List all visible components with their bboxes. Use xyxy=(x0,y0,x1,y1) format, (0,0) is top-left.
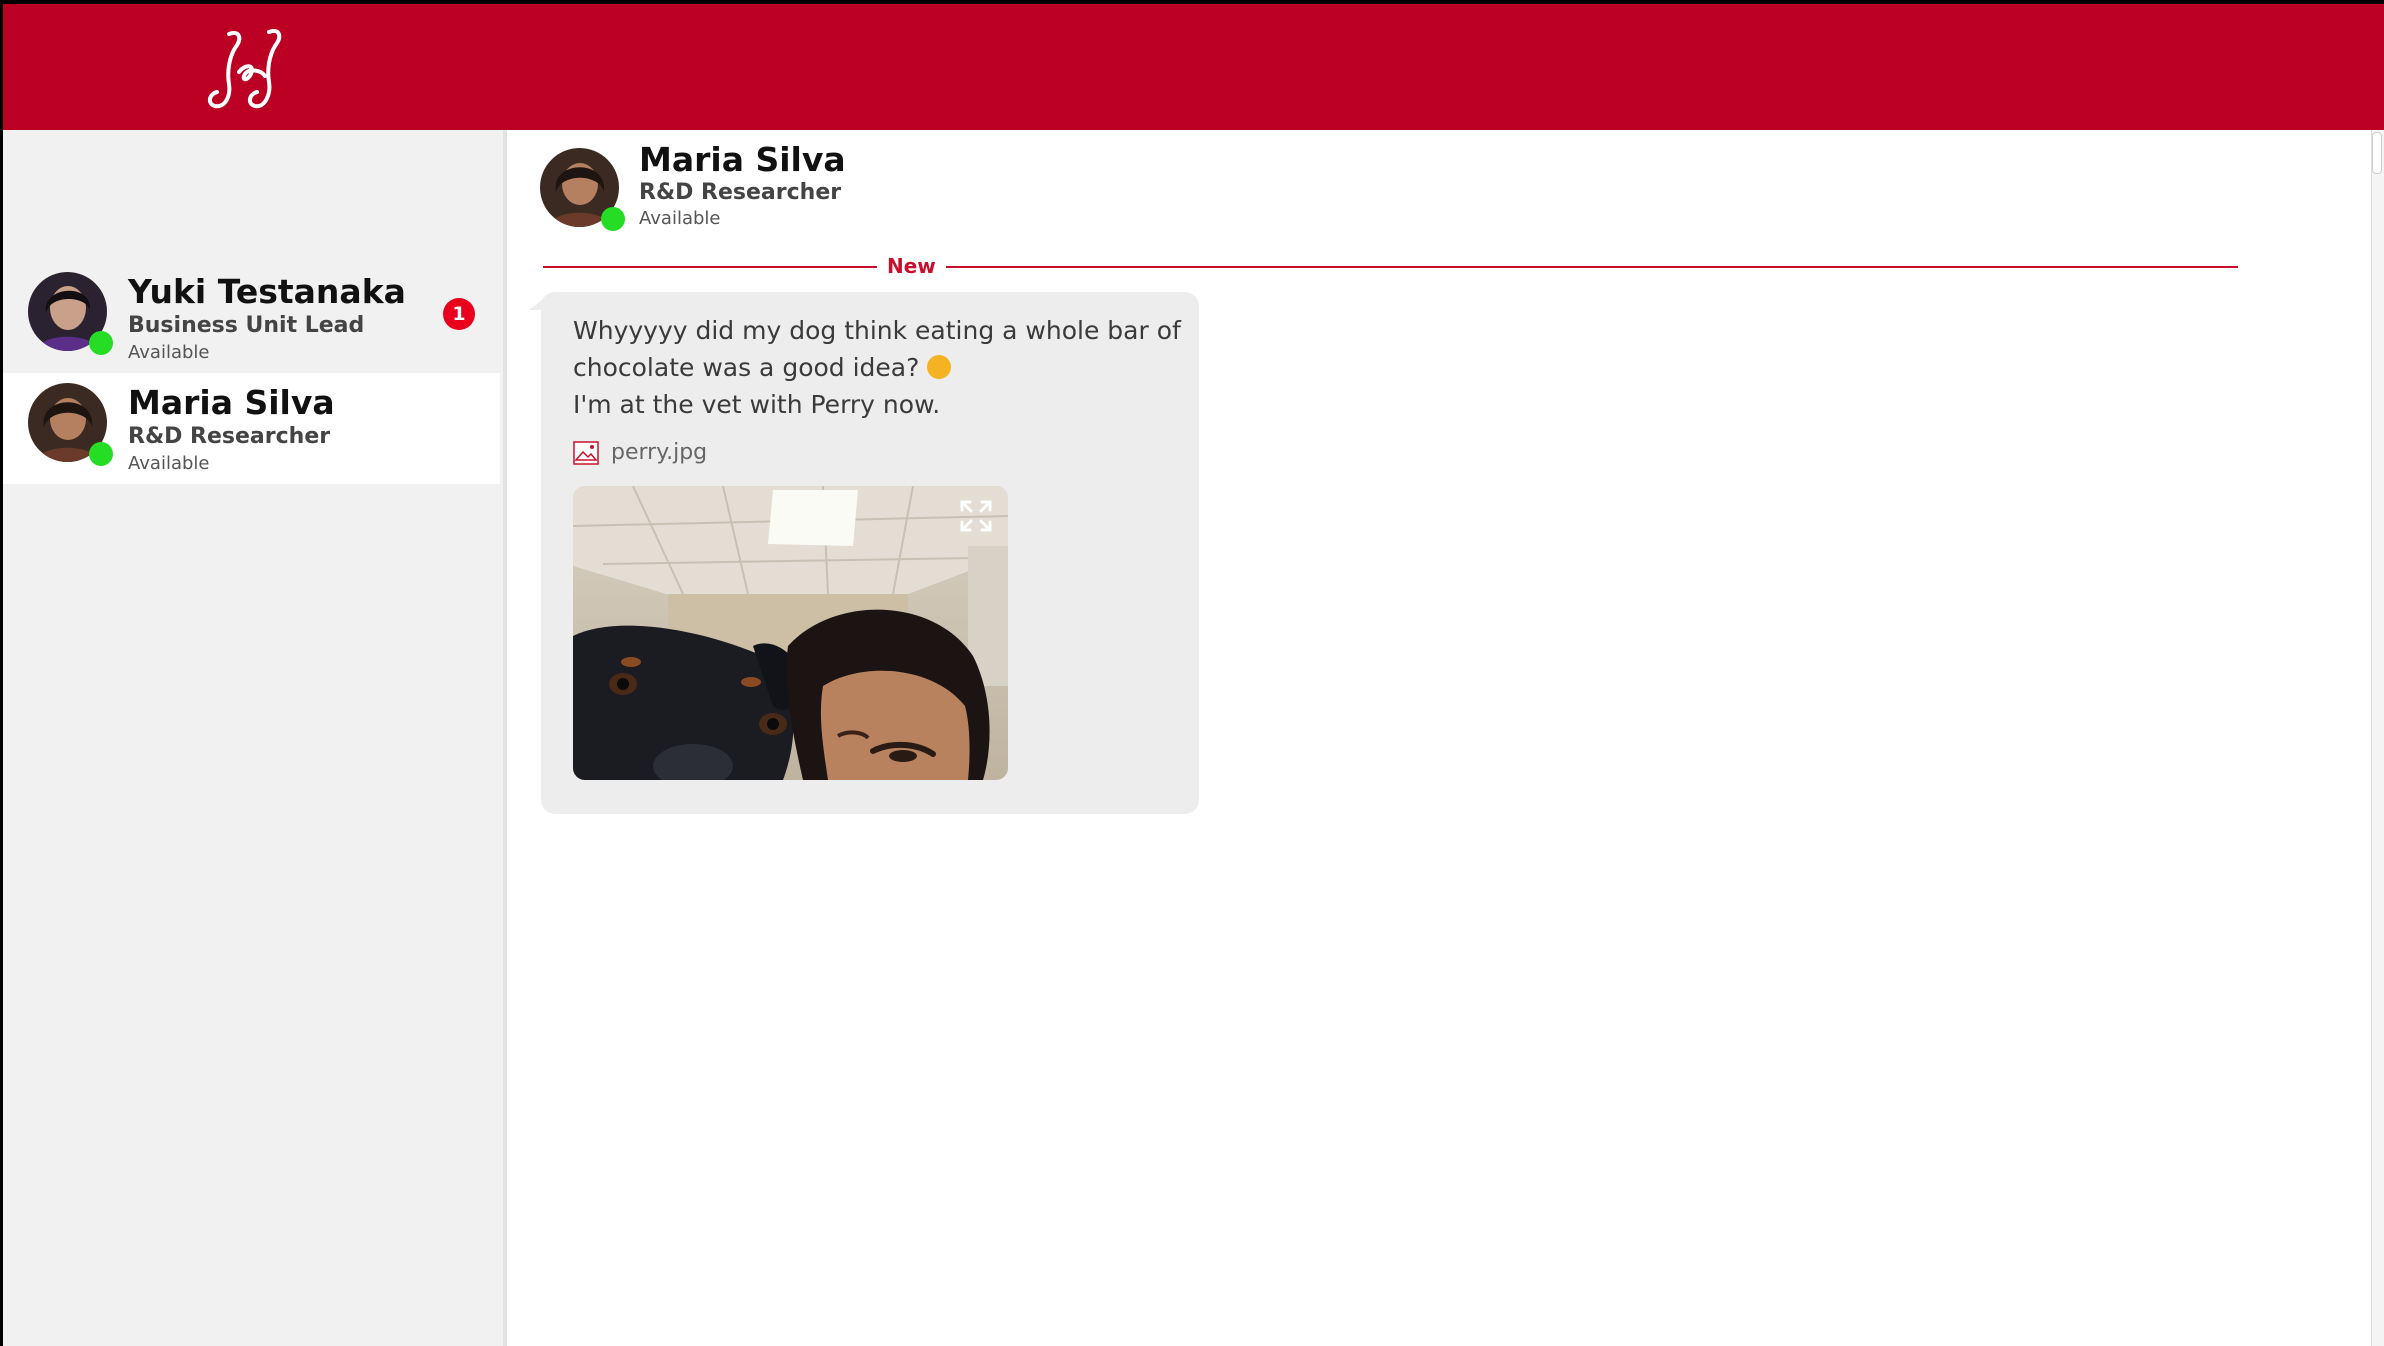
chat-contact-role: R&D Researcher xyxy=(639,180,842,205)
expand-icon[interactable] xyxy=(958,498,994,534)
avatar-wrap xyxy=(28,272,113,355)
image-file-icon xyxy=(573,440,599,466)
contact-item-maria[interactable]: Maria Silva R&D Researcher Available xyxy=(3,373,500,484)
online-status-dot xyxy=(601,207,625,231)
new-messages-label: New xyxy=(877,254,946,278)
chat-header-avatar xyxy=(540,148,625,231)
chat-contact-name: Maria Silva xyxy=(639,140,846,179)
message-bubble: Whyyyyy did my dog think eating a whole … xyxy=(541,292,1199,814)
contact-status: Available xyxy=(128,342,210,363)
contacts-sidebar: Yuki Testanaka Business Unit Lead Availa… xyxy=(3,130,507,1346)
message-line-1: Whyyyyy did my dog think eating a whole … xyxy=(573,316,1181,382)
chat-contact-status: Available xyxy=(639,208,721,229)
message-line-2: I'm at the vet with Perry now. xyxy=(573,390,941,419)
new-messages-divider xyxy=(543,266,2238,268)
avatar-wrap xyxy=(28,383,113,466)
weary-face-emoji-icon xyxy=(927,355,952,379)
attachment-image[interactable] xyxy=(573,486,1008,780)
contact-item-yuki[interactable]: Yuki Testanaka Business Unit Lead Availa… xyxy=(3,262,500,373)
message-text: Whyyyyy did my dog think eating a whole … xyxy=(573,312,1183,423)
contact-role: R&D Researcher xyxy=(128,424,331,449)
contact-status: Available xyxy=(128,453,210,474)
contact-name: Maria Silva xyxy=(128,383,335,422)
jnj-logo[interactable] xyxy=(199,24,299,114)
online-status-dot xyxy=(89,331,113,355)
chat-scrollbar-thumb[interactable] xyxy=(2372,132,2382,174)
attachment-filename: perry.jpg xyxy=(611,440,708,465)
unread-badge: 1 xyxy=(443,298,475,330)
contact-name: Yuki Testanaka xyxy=(128,272,406,311)
contact-role: Business Unit Lead xyxy=(128,313,365,338)
top-bar xyxy=(3,4,2384,130)
app-window: Yuki Testanaka Business Unit Lead Availa… xyxy=(3,4,2384,1346)
chat-scrollbar[interactable] xyxy=(2371,130,2384,1346)
online-status-dot xyxy=(89,442,113,466)
